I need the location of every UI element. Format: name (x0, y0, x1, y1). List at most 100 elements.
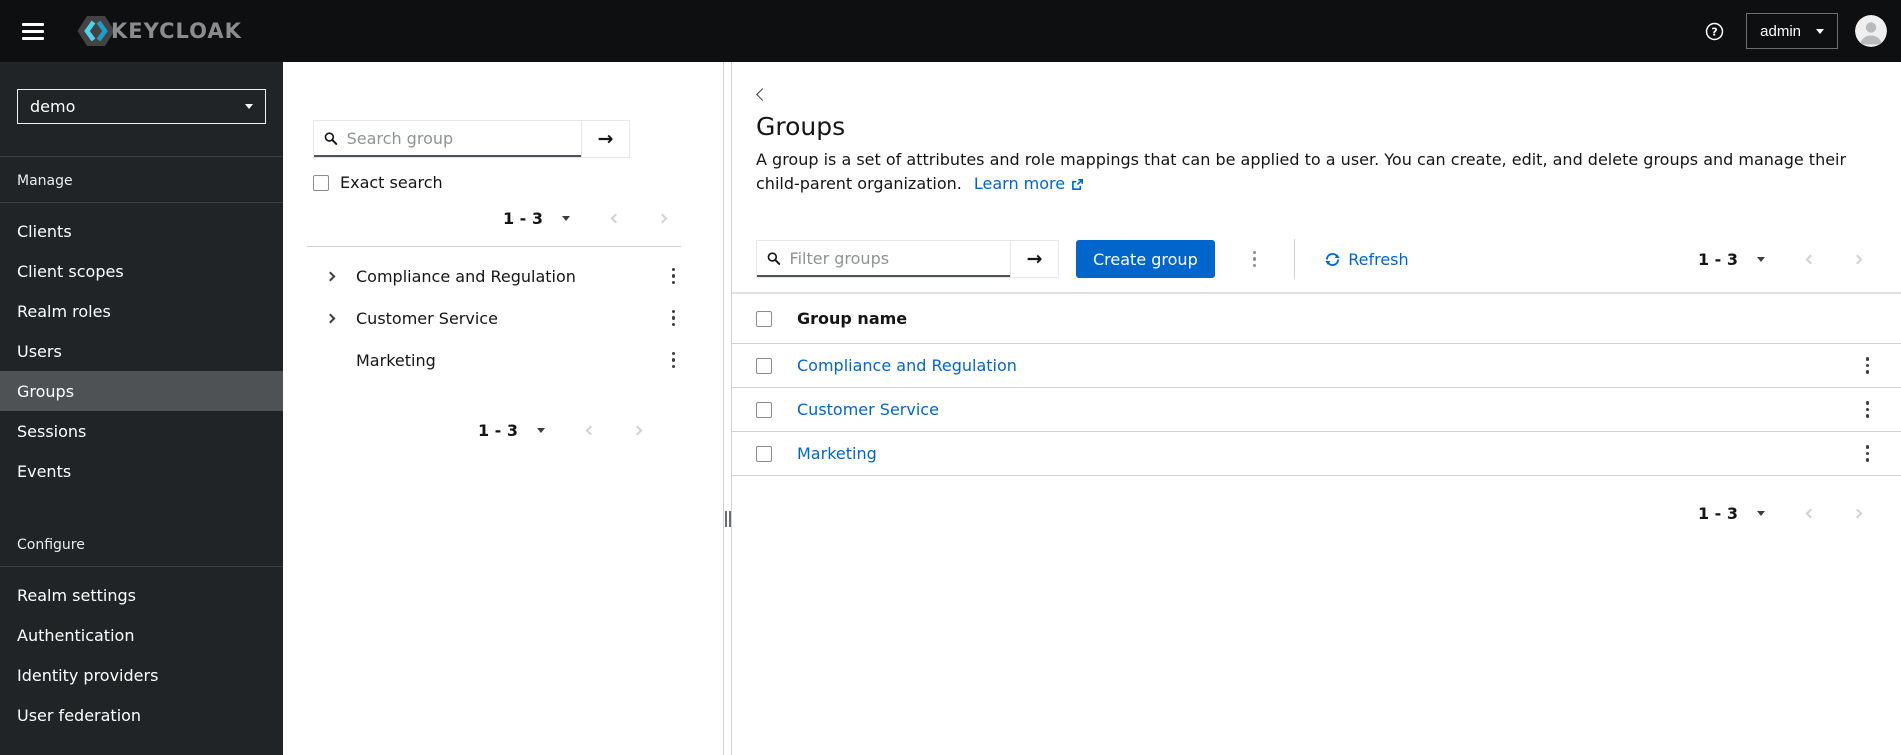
pagination-options-toggle[interactable] (1757, 256, 1765, 262)
svg-text:?: ? (1711, 25, 1717, 38)
user-dropdown[interactable]: admin (1746, 13, 1838, 49)
sidebar-item-realm-roles[interactable]: Realm roles (0, 291, 283, 331)
sidebar-item-groups[interactable]: Groups (0, 371, 283, 411)
pagination-prev-button[interactable] (608, 211, 623, 226)
group-link[interactable]: Marketing (797, 444, 877, 463)
panel-splitter (723, 62, 732, 755)
pagination-range: 1 - 3 (477, 420, 518, 440)
group-tree-item-label[interactable]: Compliance and Regulation (356, 267, 576, 286)
keycloak-logo[interactable]: KEYCLOAK (76, 11, 242, 51)
group-link[interactable]: Customer Service (797, 400, 939, 419)
realm-selector[interactable]: demo (17, 89, 266, 124)
table-row: Customer Service (732, 388, 1901, 432)
hamburger-icon (22, 22, 44, 26)
group-tree-item-label[interactable]: Marketing (356, 351, 436, 370)
user-dropdown-label: admin (1760, 22, 1801, 40)
help-icon[interactable]: ? (1705, 22, 1724, 41)
arrow-right-icon: → (597, 128, 614, 150)
page-title: Groups (756, 112, 846, 141)
group-tree-item-label[interactable]: Customer Service (356, 309, 498, 328)
pagination-prev-button[interactable] (1803, 506, 1818, 521)
column-header-group-name: Group name (797, 309, 908, 328)
arrow-right-icon: → (1026, 248, 1043, 270)
sidebar-item-identity-providers[interactable]: Identity providers (0, 655, 283, 695)
row-checkbox[interactable] (756, 357, 772, 374)
exact-search-label: Exact search (340, 173, 443, 192)
toolbar-divider (1294, 239, 1296, 279)
sidebar-item-user-federation[interactable]: User federation (0, 695, 283, 735)
refresh-label: Refresh (1348, 249, 1409, 269)
groups-main-panel: Groups A group is a set of attributes an… (732, 62, 1901, 755)
chevron-left-icon (756, 88, 769, 101)
keycloak-logo-icon (76, 11, 116, 51)
refresh-icon (1325, 252, 1340, 266)
panel-resize-handle[interactable] (724, 511, 731, 527)
pagination-prev-button[interactable] (583, 423, 598, 438)
row-checkbox[interactable] (756, 445, 772, 462)
group-tree-panel: → Exact search 1 - 3 Compliance and Reg (283, 62, 723, 755)
nav-toggle-button[interactable] (16, 17, 50, 46)
chevron-left-icon (1805, 254, 1816, 264)
row-kebab-menu-button[interactable] (1862, 397, 1874, 422)
sidebar-item-clients[interactable]: Clients (0, 211, 283, 251)
pagination-range: 1 - 3 (1697, 249, 1738, 269)
caret-down-icon (245, 104, 253, 109)
sidebar-item-events[interactable]: Events (0, 451, 283, 491)
caret-down-icon (1816, 28, 1824, 34)
pagination-next-button[interactable] (630, 423, 645, 438)
sidebar-item-authentication[interactable]: Authentication (0, 615, 283, 655)
row-kebab-menu-button[interactable] (1862, 353, 1874, 378)
chevron-left-icon (585, 425, 596, 435)
groups-table: Group name Compliance and Regulation Cus… (732, 294, 1901, 476)
sidebar-section-configure-label: Configure (17, 537, 85, 553)
kebab-menu-button[interactable] (668, 306, 680, 331)
sidebar-item-client-scopes[interactable]: Client scopes (0, 251, 283, 291)
pagination-options-toggle[interactable] (562, 215, 570, 221)
chevron-left-icon (1805, 508, 1816, 518)
caret-down-icon (1757, 256, 1765, 262)
toolbar-kebab-menu-button[interactable] (1249, 247, 1261, 272)
chevron-right-icon (325, 271, 336, 281)
group-search-input[interactable] (346, 128, 571, 148)
sidebar-item-realm-settings[interactable]: Realm settings (0, 575, 283, 615)
pagination-next-button[interactable] (1850, 252, 1865, 267)
learn-more-label: Learn more (973, 174, 1066, 193)
sidebar-item-sessions[interactable]: Sessions (0, 411, 283, 451)
table-row: Compliance and Regulation (732, 344, 1901, 388)
group-link[interactable]: Compliance and Regulation (797, 356, 1017, 375)
row-kebab-menu-button[interactable] (1862, 441, 1874, 466)
pagination-next-button[interactable] (655, 211, 670, 226)
page-description: A group is a set of attributes and role … (756, 148, 1877, 196)
sidebar-item-users[interactable]: Users (0, 331, 283, 371)
pagination-options-toggle[interactable] (537, 427, 545, 433)
filter-groups-input[interactable] (789, 248, 1000, 268)
groups-toolbar: → Create group Refresh 1 - 3 (732, 239, 1901, 294)
expand-toggle-icon[interactable] (325, 271, 343, 281)
tree-divider (307, 246, 681, 247)
pagination-next-button[interactable] (1850, 506, 1865, 521)
masthead: KEYCLOAK ? admin (0, 0, 1901, 62)
group-search-submit-button[interactable]: → (581, 121, 629, 157)
row-checkbox[interactable] (756, 401, 772, 418)
create-group-button[interactable]: Create group (1076, 240, 1215, 278)
select-all-checkbox[interactable] (756, 310, 772, 327)
kebab-menu-button[interactable] (668, 348, 680, 373)
tree-pagination-top: 1 - 3 (503, 205, 670, 231)
sidebar: demo Manage Clients Client scopes Realm … (0, 62, 283, 755)
chevron-right-icon (1852, 254, 1863, 264)
search-icon (324, 131, 338, 145)
table-row: Marketing (732, 432, 1901, 476)
pagination-prev-button[interactable] (1803, 252, 1818, 267)
filter-groups-submit-button[interactable]: → (1010, 241, 1058, 277)
expand-toggle-icon[interactable] (325, 313, 343, 323)
avatar[interactable] (1855, 15, 1887, 47)
collapse-drawer-button[interactable] (756, 88, 769, 101)
exact-search-checkbox[interactable] (313, 174, 329, 191)
refresh-button[interactable]: Refresh (1325, 249, 1409, 269)
learn-more-link[interactable]: Learn more (974, 172, 1084, 196)
kebab-menu-button[interactable] (668, 264, 680, 289)
caret-down-icon (1757, 510, 1765, 516)
pagination-range: 1 - 3 (502, 208, 543, 228)
pagination-options-toggle[interactable] (1757, 510, 1765, 516)
tree-pagination-bottom: 1 - 3 (478, 417, 645, 443)
